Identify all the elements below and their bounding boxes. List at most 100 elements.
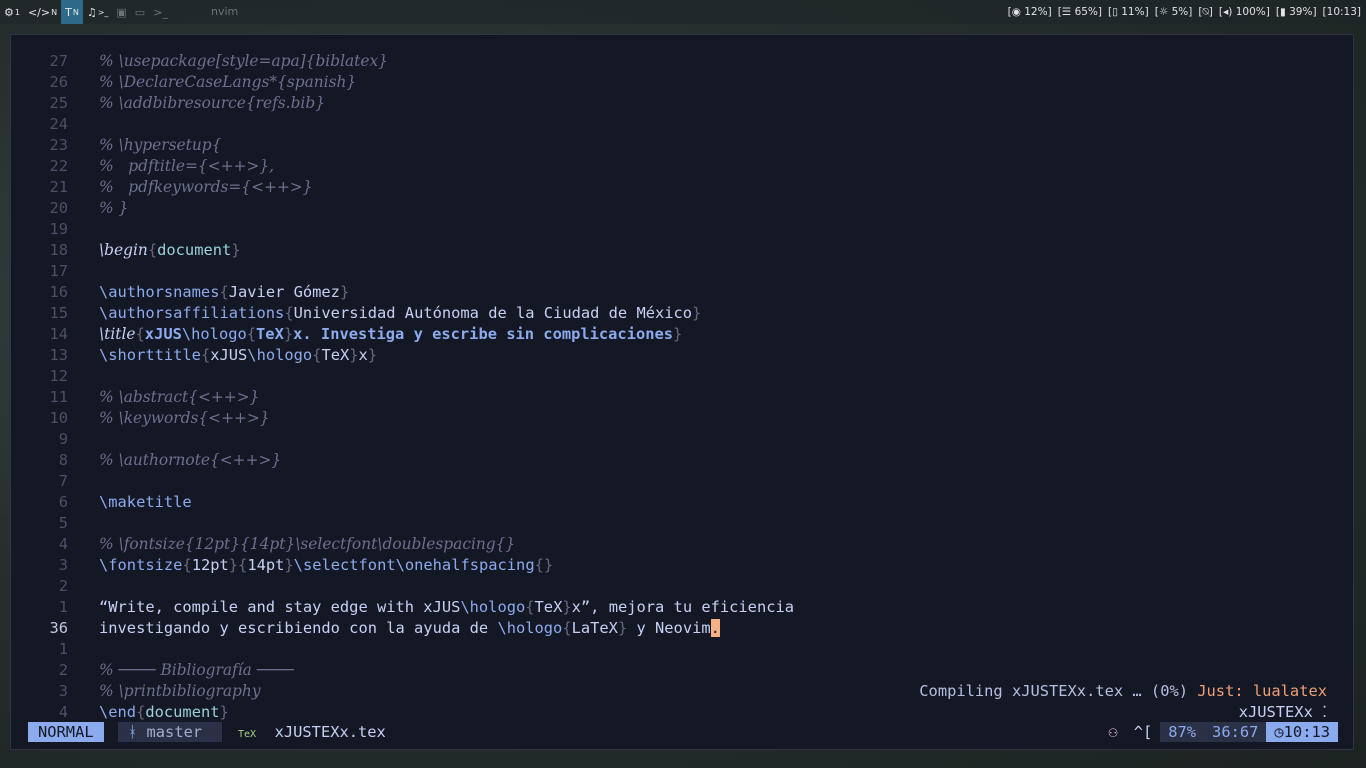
code-token: }{ xyxy=(228,556,248,574)
code-line[interactable]: 5 xyxy=(11,513,1355,534)
code-line[interactable]: 22 % pdftitle={<++>}, xyxy=(11,156,1355,177)
code-line[interactable]: 10 % \keywords{<++>} xyxy=(11,408,1355,429)
code-line[interactable]: 36 investigando y escribiendo con la ayud… xyxy=(11,618,1355,639)
workspace-4[interactable]: ♫ >_ xyxy=(83,0,113,24)
workspace-5[interactable]: ▣ xyxy=(112,0,130,24)
compile-notification: Compiling xJUSTEXx.tex … (0%) Just: lual… xyxy=(919,681,1327,702)
disk-status[interactable]: [▯ 11%] xyxy=(1108,6,1149,18)
code-token: LaTeX xyxy=(571,619,618,637)
line-content: % \addbibresource{refs.bib} xyxy=(99,93,325,114)
notification-message: Compiling xJUSTEXx.tex … (0%) xyxy=(919,682,1198,700)
line-content: % \printbibliography xyxy=(99,681,261,702)
window-icon: ▭ xyxy=(134,5,146,19)
code-line[interactable]: 26 % \DeclareCaseLangs*{spanish} xyxy=(11,72,1355,93)
cpu-status[interactable]: [◉ 12%] xyxy=(1008,6,1052,18)
code-token: {} xyxy=(534,556,554,574)
code-line[interactable]: 4 % \fontsize{12pt}{14pt}\selectfont\doub… xyxy=(11,534,1355,555)
code-token: 12pt xyxy=(191,556,229,574)
code-line[interactable]: 8 % \authornote{<++>} xyxy=(11,450,1355,471)
code-line[interactable]: 12 xyxy=(11,366,1355,387)
notification-task: Just: lualatex xyxy=(1197,682,1327,700)
code-line[interactable]: 9 xyxy=(11,429,1355,450)
code-line[interactable]: 15 \authorsaffiliations{Universidad Autón… xyxy=(11,303,1355,324)
code-line[interactable]: 20 % } xyxy=(11,198,1355,219)
volume-status[interactable]: [◂) 100%] xyxy=(1219,6,1270,18)
code-token: Universidad Autónoma de la Ciudad de Méx… xyxy=(293,304,693,322)
code-line[interactable]: 27 % \usepackage[style=apa]{biblatex} xyxy=(11,51,1355,72)
line-number: 2 xyxy=(58,661,68,679)
workspace-label: 1 xyxy=(14,7,20,17)
line-content: “Write, compile and stay edge with xJUS\… xyxy=(99,597,794,618)
line-content: \shorttitle{xJUS\hologo{TeX}x} xyxy=(99,345,377,366)
file-info: TeX xJUSTEXx.tex xyxy=(238,722,386,742)
code-line[interactable]: 25 % \addbibresource{refs.bib} xyxy=(11,93,1355,114)
line-number: 26 xyxy=(49,73,68,91)
code-line[interactable]: 4 \end{document} xyxy=(11,702,1355,723)
code-token: \title xyxy=(99,325,136,343)
line-number: 19 xyxy=(49,220,68,238)
workspace-2[interactable]: </> N xyxy=(24,0,61,24)
editor-buffer[interactable]: 27% \usepackage[style=apa]{biblatex} 26 % … xyxy=(11,51,1355,723)
line-number: 25 xyxy=(49,94,68,112)
code-token: } xyxy=(367,346,378,364)
battery-status[interactable]: [▮ 39%] xyxy=(1276,6,1317,18)
code-line[interactable]: 3 \fontsize{12pt}{14pt}\selectfont\onehal… xyxy=(11,555,1355,576)
workspace-7[interactable]: >_ xyxy=(149,0,172,24)
workspace-label: N xyxy=(72,7,79,17)
code-token: \hologo xyxy=(181,325,247,343)
disk-value: 11% xyxy=(1121,6,1145,18)
workspace-3[interactable]: TN xyxy=(61,0,83,24)
code-line[interactable]: 1 “Write, compile and stay edge with xJUS… xyxy=(11,597,1355,618)
line-number: 24 xyxy=(49,115,68,133)
code-token: } xyxy=(339,283,350,301)
volume-value: 100% xyxy=(1235,6,1266,18)
code-line[interactable]: 16 \authorsnames{Javier Gómez} xyxy=(11,282,1355,303)
code-line[interactable]: 11 % \abstract{<++>} xyxy=(11,387,1355,408)
code-line[interactable]: 2 xyxy=(11,576,1355,597)
code-line[interactable]: 2 % ──── Bibliografía ──── xyxy=(11,660,1355,681)
code-line[interactable]: 19 xyxy=(11,219,1355,240)
line-content: \begin{document} xyxy=(99,240,241,261)
code-token: xJUS xyxy=(144,325,182,343)
code-line[interactable]: 7 xyxy=(11,471,1355,492)
code-line[interactable]: 13 \shorttitle{xJUS\hologo{TeX}x} xyxy=(11,345,1355,366)
line-content: % \authornote{<++>} xyxy=(99,450,281,471)
line-number: 2 xyxy=(58,577,68,595)
memory-status[interactable]: [☰ 65%] xyxy=(1058,6,1102,18)
code-token: \authorsnames xyxy=(99,283,220,301)
code-line[interactable]: 18 \begin{document} xyxy=(11,240,1355,261)
cpu-icon: ◉ xyxy=(1011,6,1021,18)
code-token: } xyxy=(283,325,294,343)
volume-icon: ◂) xyxy=(1223,6,1233,18)
terminal-window[interactable]: 27% \usepackage[style=apa]{biblatex} 26 % … xyxy=(10,34,1354,750)
workspace-6[interactable]: ▭ xyxy=(131,0,149,24)
mode-indicator: NORMAL xyxy=(28,722,104,742)
statusline-right: ⚇ ^[ 87% 36:67 ◷10:13 xyxy=(1100,722,1338,742)
workspace-label: N xyxy=(51,7,58,17)
copilot-icon: ⚇ xyxy=(1108,723,1118,741)
code-line[interactable]: 1 xyxy=(11,639,1355,660)
bug-icon: ⚙ xyxy=(4,5,14,19)
code-token: x. Investiga y escribe sin complicacione… xyxy=(293,325,674,343)
code-line[interactable]: 14 \title{xJUS\hologo{TeX}x. Investiga y … xyxy=(11,324,1355,345)
mic-status[interactable]: [⍉] xyxy=(1198,6,1213,19)
line-content: % \DeclareCaseLangs*{spanish} xyxy=(99,72,356,93)
clock[interactable]: [10:13] xyxy=(1323,6,1361,18)
code-token: { xyxy=(525,598,535,616)
code-line[interactable]: 23 % \hypersetup{ xyxy=(11,135,1355,156)
code-line[interactable]: 24 xyxy=(11,114,1355,135)
code-token: investigando y escribiendo con la ayuda … xyxy=(99,619,498,637)
code-token: % \hypersetup{ xyxy=(99,136,222,154)
code-line[interactable]: 17 xyxy=(11,261,1355,282)
code-line[interactable]: 6 \maketitle xyxy=(11,492,1355,513)
code-token: } xyxy=(673,325,683,343)
code-token: xJUS xyxy=(210,346,248,364)
line-content: % pdfkeywords={<++>} xyxy=(99,177,312,198)
code-line[interactable]: 21 % pdfkeywords={<++>} xyxy=(11,177,1355,198)
code-token: } xyxy=(692,304,702,322)
line-number: 22 xyxy=(49,157,68,175)
line-number: 9 xyxy=(58,430,68,448)
brightness-status[interactable]: [☼ 5%] xyxy=(1155,6,1193,18)
code-token: { xyxy=(200,346,211,364)
workspace-1[interactable]: ⚙ 1 xyxy=(0,0,24,24)
